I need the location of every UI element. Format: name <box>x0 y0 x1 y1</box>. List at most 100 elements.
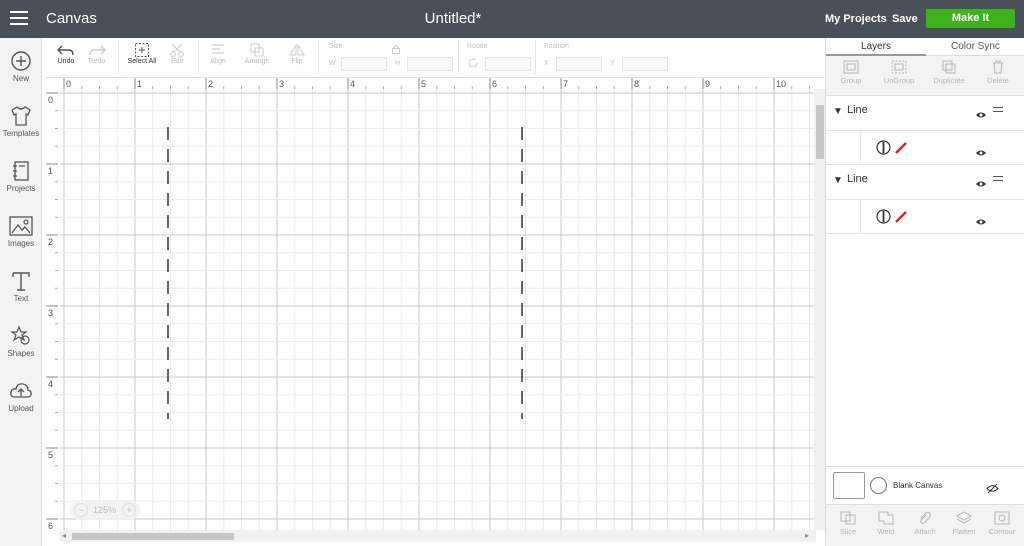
sidebar-item-projects[interactable]: Projects <box>0 160 42 193</box>
select-all-button[interactable]: Select All <box>124 42 160 65</box>
align-label: Align <box>210 58 226 65</box>
undo-icon <box>57 45 74 56</box>
line-swatch-icon <box>894 210 908 229</box>
group-button[interactable]: Group <box>829 60 873 85</box>
blank-canvas-label: Blank Canvas <box>893 481 943 490</box>
contour-label: Contour <box>988 527 1016 536</box>
arrange-button[interactable]: Arrange <box>240 42 274 65</box>
panel-tabs: Layers Color Sync <box>826 38 1024 56</box>
flatten-icon <box>956 511 972 524</box>
sidebar-label: New <box>12 74 29 83</box>
select-all-icon <box>135 43 149 57</box>
ruler-label: 0 <box>66 79 71 89</box>
vertical-scrollbar[interactable] <box>814 89 825 530</box>
scroll-thumb[interactable] <box>816 105 824 159</box>
ruler-label: 4 <box>350 79 355 89</box>
delete-button[interactable]: Delete <box>976 60 1020 85</box>
top-bar: Canvas Untitled* My Projects Save Make I… <box>0 0 1024 38</box>
align-button[interactable]: Align <box>204 42 232 65</box>
width-input[interactable] <box>341 57 387 71</box>
document-title[interactable]: Untitled* <box>0 10 906 27</box>
contour-icon <box>994 511 1010 525</box>
layer-header[interactable]: ▼ Line <box>826 165 1024 199</box>
make-it-button[interactable]: Make It <box>926 9 1015 28</box>
ruler-label: 2 <box>208 79 213 89</box>
arrange-icon <box>250 43 264 57</box>
collapse-icon[interactable]: ▼ <box>833 175 843 186</box>
ruler-label: 0 <box>48 95 53 105</box>
height-input[interactable] <box>407 57 453 71</box>
x-position-input[interactable] <box>556 57 602 71</box>
eye-icon[interactable] <box>975 213 987 231</box>
ruler-vertical: 0 1 2 3 4 5 6 <box>46 89 58 530</box>
ruler-label: 3 <box>48 308 53 318</box>
undo-button[interactable]: Undo <box>54 42 78 65</box>
layer-name: Line <box>847 173 868 185</box>
drag-handle-icon[interactable] <box>993 107 1003 112</box>
canvas-color-picker[interactable] <box>870 477 887 494</box>
sidebar-label: Upload <box>8 404 34 413</box>
scroll-thumb[interactable] <box>72 533 234 540</box>
plus-circle-icon <box>11 51 31 71</box>
canvas-swatch[interactable] <box>833 472 865 499</box>
ruler-horizontal: 0 1 2 3 4 5 6 7 8 9 10 <box>58 78 814 89</box>
attach-button[interactable]: Attach <box>906 511 944 536</box>
notebook-icon <box>13 161 29 181</box>
flip-button[interactable]: Flip <box>284 42 310 65</box>
flatten-button[interactable]: Flatten <box>945 511 983 536</box>
scroll-right-icon[interactable]: ▸ <box>805 531 809 540</box>
weld-button[interactable]: Weld <box>867 511 905 536</box>
sidebar-item-shapes[interactable]: Shapes <box>0 325 42 358</box>
slice-button[interactable]: Slice <box>829 511 867 536</box>
y-label: Y <box>610 60 615 67</box>
layer-item[interactable] <box>826 199 1024 234</box>
layer-header[interactable]: ▼ Line <box>826 96 1024 130</box>
sidebar-item-upload[interactable]: Upload <box>0 380 42 413</box>
edit-button[interactable]: Edit <box>164 42 190 65</box>
redo-icon <box>89 45 106 56</box>
zoom-in-button[interactable]: + <box>122 503 136 517</box>
align-icon <box>212 44 224 54</box>
ungroup-button[interactable]: UnGroup <box>877 60 921 85</box>
y-position-input[interactable] <box>622 57 668 71</box>
scroll-left-icon[interactable]: ◂ <box>62 531 66 540</box>
redo-button[interactable]: Redo <box>84 42 110 65</box>
edit-toolbar: Undo Redo Select All Edit Align Arrange … <box>46 38 824 78</box>
eye-icon[interactable] <box>975 175 987 193</box>
sidebar-label: Shapes <box>7 349 35 358</box>
ruler-label: 6 <box>48 521 53 530</box>
design-canvas[interactable]: − 125% + <box>60 89 814 530</box>
horizontal-scrollbar[interactable]: ◂ ▸ <box>60 530 816 542</box>
redo-label: Redo <box>88 58 106 65</box>
sidebar-label: Text <box>13 294 29 303</box>
layer-item[interactable] <box>826 130 1024 165</box>
eye-icon[interactable] <box>975 106 987 124</box>
zoom-out-button[interactable]: − <box>74 503 88 517</box>
sidebar-item-new[interactable]: New <box>0 50 42 83</box>
text-icon <box>12 272 30 291</box>
sidebar-item-images[interactable]: Images <box>0 215 42 248</box>
drag-handle-icon[interactable] <box>993 176 1003 181</box>
lock-icon[interactable] <box>391 41 401 59</box>
duplicate-button[interactable]: Duplicate <box>927 60 971 85</box>
arrange-label: Arrange <box>244 58 270 65</box>
my-projects-link[interactable]: My Projects <box>825 13 887 25</box>
sidebar-item-templates[interactable]: Templates <box>0 105 42 138</box>
flatten-label: Flatten <box>952 527 976 536</box>
collapse-icon[interactable]: ▼ <box>833 106 843 117</box>
ruler-label: 3 <box>279 79 284 89</box>
width-label: W <box>329 60 336 67</box>
ruler-label: 9 <box>705 79 710 89</box>
eye-hidden-icon[interactable] <box>986 481 999 499</box>
contour-button[interactable]: Contour <box>983 511 1021 536</box>
eye-icon[interactable] <box>975 144 987 162</box>
tab-layers[interactable]: Layers <box>861 41 891 52</box>
tab-color-sync[interactable]: Color Sync <box>951 41 1000 52</box>
rotate-input[interactable] <box>485 57 531 71</box>
slice-label: Slice <box>839 527 857 536</box>
zoom-level: 125% <box>93 505 117 515</box>
save-button[interactable]: Save <box>892 13 918 25</box>
sidebar-item-text[interactable]: Text <box>0 270 42 303</box>
duplicate-label: Duplicate <box>933 76 965 85</box>
pen-tool-icon <box>876 140 891 160</box>
